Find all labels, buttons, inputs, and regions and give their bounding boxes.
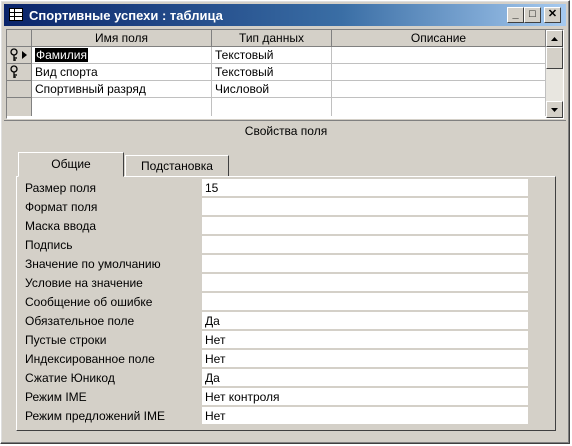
property-value-field[interactable]: Да (202, 369, 528, 387)
property-row[interactable]: Условие на значение (22, 274, 528, 292)
column-header-description[interactable]: Описание (332, 30, 546, 47)
data-type-cell[interactable]: Текстовый (212, 64, 332, 81)
row-selector[interactable] (7, 81, 32, 98)
property-label: Пустые строки (25, 333, 107, 347)
arrow-up-icon (551, 37, 558, 41)
property-row[interactable]: Пустые строки Нет (22, 331, 528, 349)
property-label: Размер поля (25, 181, 96, 195)
table-design-window: Спортивные успехи : таблица _ □ ✕ Имя по… (0, 0, 570, 444)
selected-text: Фамилия (35, 48, 88, 62)
property-row[interactable]: Индексированное поле Нет (22, 350, 528, 368)
current-row-arrow-icon (22, 51, 27, 59)
property-value-field[interactable] (202, 217, 528, 235)
scroll-thumb[interactable] (546, 47, 563, 69)
corner-header (7, 30, 32, 47)
property-row[interactable]: Сжатие Юникод Да (22, 369, 528, 387)
property-value-field[interactable] (202, 198, 528, 216)
description-cell[interactable] (332, 98, 546, 116)
property-row[interactable]: Режим IME Нет контроля (22, 388, 528, 406)
maximize-button[interactable]: □ (524, 7, 541, 23)
title-bar[interactable]: Спортивные успехи : таблица _ □ ✕ (4, 4, 566, 26)
property-label: Индексированное поле (25, 352, 155, 366)
key-icon (10, 65, 18, 78)
tab-lookup-label: Подстановка (141, 159, 213, 173)
property-value-field[interactable] (202, 236, 528, 254)
property-value-field[interactable] (202, 255, 528, 273)
description-cell[interactable] (332, 64, 546, 81)
property-value-field[interactable] (202, 293, 528, 311)
vertical-scrollbar[interactable] (546, 30, 563, 118)
table-icon (9, 8, 23, 21)
property-label: Формат поля (25, 200, 98, 214)
minimize-button[interactable]: _ (507, 7, 524, 23)
property-row[interactable]: Значение по умолчанию (22, 255, 528, 273)
field-grid: Имя поля Тип данных Описание Фамилия Тек… (6, 29, 564, 119)
property-label: Режим предложений IME (25, 409, 165, 423)
data-type-cell[interactable]: Числовой (212, 81, 332, 98)
property-value-field[interactable]: Нет (202, 331, 528, 349)
property-value-field[interactable]: Нет (202, 350, 528, 368)
data-type-cell[interactable] (212, 98, 332, 116)
property-row[interactable]: Подпись (22, 236, 528, 254)
property-label: Подпись (25, 238, 73, 252)
scroll-down-button[interactable] (546, 101, 563, 118)
tab-general-label: Общие (51, 157, 91, 171)
property-value-field[interactable]: Нет контроля (202, 388, 528, 406)
tab-general[interactable]: Общие (18, 152, 124, 177)
property-row[interactable]: Сообщение об ошибке (22, 293, 528, 311)
property-value-field[interactable]: 15 (202, 179, 528, 197)
field-name-cell[interactable]: Вид спорта (32, 64, 212, 81)
property-value-field[interactable]: Да (202, 312, 528, 330)
arrow-down-icon (551, 108, 558, 112)
property-label: Условие на значение (25, 276, 143, 290)
property-value-field[interactable] (202, 274, 528, 292)
row-selector[interactable] (7, 64, 32, 81)
field-name-cell[interactable]: Спортивный разряд (32, 81, 212, 98)
row-selector[interactable] (7, 47, 32, 64)
field-name-cell[interactable] (32, 98, 212, 116)
property-row[interactable]: Маска ввода (22, 217, 528, 235)
property-label: Сообщение об ошибке (25, 295, 153, 309)
property-row[interactable]: Обязательное поле Да (22, 312, 528, 330)
field-properties-label: Свойства поля (244, 124, 328, 138)
divider (4, 120, 566, 121)
data-type-cell[interactable]: Текстовый (212, 47, 332, 64)
description-cell[interactable] (332, 47, 546, 64)
property-value-field[interactable]: Нет (202, 407, 528, 425)
property-row[interactable]: Размер поля 15 (22, 179, 528, 197)
field-name-cell[interactable]: Фамилия (32, 47, 212, 64)
window-title: Спортивные успехи : таблица (29, 8, 223, 23)
property-label: Маска ввода (25, 219, 97, 233)
column-header-name[interactable]: Имя поля (32, 30, 212, 47)
property-row[interactable]: Режим предложений IME Нет (22, 407, 528, 425)
property-label: Значение по умолчанию (25, 257, 161, 271)
close-button[interactable]: ✕ (544, 7, 561, 23)
tab-lookup[interactable]: Подстановка (125, 155, 229, 176)
property-label: Режим IME (25, 390, 87, 404)
property-label: Сжатие Юникод (25, 371, 115, 385)
property-label: Обязательное поле (25, 314, 135, 328)
column-header-type[interactable]: Тип данных (212, 30, 332, 47)
description-cell[interactable] (332, 81, 546, 98)
property-row[interactable]: Формат поля (22, 198, 528, 216)
scroll-up-button[interactable] (546, 30, 563, 47)
row-selector[interactable] (7, 98, 32, 116)
